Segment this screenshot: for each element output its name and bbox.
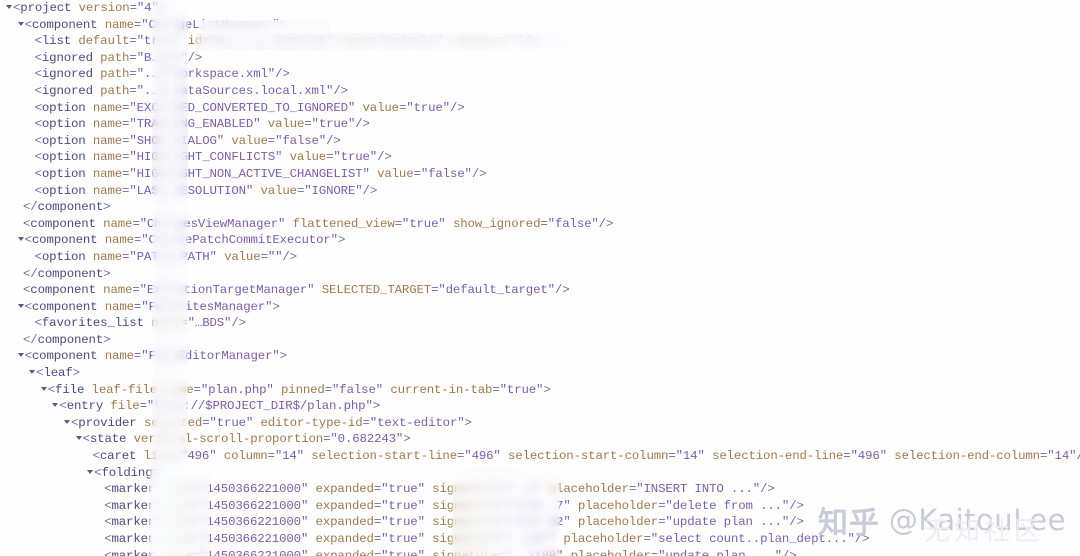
code-line[interactable]: <marker date="1450366221000" expanded="t…: [0, 481, 1080, 498]
collapse-triangle-icon[interactable]: [64, 419, 70, 424]
code-line-text: <ignored path="B…iws"/>: [34, 50, 203, 65]
code-line-text: <option name="HIGHLIGHT_CONFLICTS" value…: [34, 150, 392, 165]
collapse-triangle-icon[interactable]: [52, 403, 59, 408]
code-line[interactable]: <entry file="file://$PROJECT_DIR$/plan.p…: [0, 398, 1080, 415]
collapse-triangle-icon[interactable]: [17, 237, 24, 242]
code-line[interactable]: <ignored path="B…iws"/>: [0, 50, 1080, 67]
xml-code-viewer[interactable]: <project version="4"> <component name="Ch…: [0, 0, 1080, 556]
code-line-text: <entry file="file://$PROJECT_DIR$/plan.p…: [59, 399, 381, 414]
code-line-text: <marker date="1450366221000" expanded="t…: [104, 515, 804, 530]
collapse-triangle-icon[interactable]: [40, 386, 47, 391]
code-line[interactable]: <option name="HIGHLIGHT_NON_ACTIVE_CHANG…: [0, 166, 1080, 183]
code-line[interactable]: <project version="4">: [0, 0, 1080, 17]
code-line[interactable]: <option name="SHOW_DIALOG" value="false"…: [0, 133, 1080, 150]
code-line[interactable]: <option name="EXCLUDED_CONVERTED_TO_IGNO…: [0, 100, 1080, 117]
code-line-text: <folding>: [94, 465, 160, 480]
code-line-list: <project version="4"> <component name="Ch…: [0, 0, 1080, 556]
code-line-text: </component>: [22, 266, 111, 281]
code-line[interactable]: <marker date="1450366221000" expanded="t…: [0, 531, 1080, 548]
code-line-text: <ignored path=".…a/workspace.xml"/>: [34, 67, 290, 82]
collapse-triangle-icon[interactable]: [17, 353, 24, 358]
code-line[interactable]: <folding>: [0, 465, 1080, 482]
code-line[interactable]: <provider selected="true" editor-type-id…: [0, 415, 1080, 432]
code-line[interactable]: <marker date="1450366221000" expanded="t…: [0, 514, 1080, 531]
code-line[interactable]: <component name="ChangesViewManager" fla…: [0, 216, 1080, 233]
code-line-text: <component name="FavoritesManager">: [24, 299, 280, 314]
code-line[interactable]: <ignored path=".…a/workspace.xml"/>: [0, 66, 1080, 83]
code-line[interactable]: </component>: [0, 199, 1080, 216]
code-line[interactable]: <option name="TRACKING_ENABLED" value="t…: [0, 116, 1080, 133]
code-line-text: <option name="EXCLUDED_CONVERTED_TO_IGNO…: [34, 100, 465, 115]
collapse-triangle-icon[interactable]: [87, 469, 94, 474]
code-line[interactable]: <marker date="1450366221000" expanded="t…: [0, 498, 1080, 515]
code-line-text: <marker date="1450366221000" expanded="t…: [104, 498, 804, 513]
code-line[interactable]: </component>: [0, 332, 1080, 349]
code-line-text: <marker date="1450366221000" expanded="t…: [104, 532, 870, 546]
code-line[interactable]: <component name="ExecutionTargetManager"…: [0, 282, 1080, 299]
code-line-text: <option name="LAST_RESOLUTION" value="IG…: [34, 183, 378, 198]
code-line[interactable]: <file leaf-file-name="plan.php" pinned="…: [0, 382, 1080, 399]
code-line-text: <caret line="496" column="14" selection-…: [92, 449, 1080, 464]
collapse-triangle-icon[interactable]: [6, 5, 12, 9]
code-line[interactable]: <caret line="496" column="14" selection-…: [0, 448, 1080, 465]
code-line[interactable]: <state vertical-scroll-proportion="0.682…: [0, 431, 1080, 448]
code-line[interactable]: <component name="CreatePatchCommitExecut…: [0, 232, 1080, 249]
code-line[interactable]: <list default="true" id="a…………………03e0765…: [0, 33, 1080, 50]
code-line-text: <component name="ExecutionTargetManager"…: [22, 283, 570, 298]
code-line[interactable]: <option name="HIGHLIGHT_CONFLICTS" value…: [0, 149, 1080, 166]
code-line-text: <marker date="1450366221000" expanded="t…: [104, 548, 797, 556]
collapse-triangle-icon[interactable]: [17, 303, 24, 308]
code-line-text: </component>: [22, 332, 111, 347]
collapse-triangle-icon[interactable]: [75, 436, 82, 441]
code-line[interactable]: <marker date="1450366221000" expanded="t…: [0, 548, 1080, 556]
code-line-text: <leaf>: [36, 366, 80, 381]
code-line-text: <component name="ChangesViewManager" fla…: [22, 216, 614, 231]
code-line[interactable]: <option name="LAST_RESOLUTION" value="IG…: [0, 183, 1080, 200]
code-line-text: <state vertical-scroll-proportion="0.682…: [82, 432, 411, 447]
collapse-triangle-icon[interactable]: [29, 370, 36, 375]
code-line-text: <option name="TRACKING_ENABLED" value="t…: [34, 117, 370, 132]
code-line-text: <project version="4">: [13, 1, 167, 15]
code-line[interactable]: </component>: [0, 266, 1080, 283]
code-line-text: <favorites_list name="…BDS"/>: [34, 316, 246, 331]
code-line-text: <option name="PATCH_PATH" value=""/>: [34, 249, 298, 264]
code-line-text: <component name="FileEditorManager">: [24, 349, 288, 364]
code-line-text: <component name="ChangeListManager">: [24, 17, 288, 32]
code-line-text: <component name="CreatePatchCommitExecut…: [24, 233, 346, 248]
code-line[interactable]: <option name="PATCH_PATH" value=""/>: [0, 249, 1080, 266]
code-line[interactable]: <favorites_list name="…BDS"/>: [0, 315, 1080, 332]
code-line-text: <ignored path=".…a/dataSources.local.xml…: [34, 83, 348, 98]
code-line-text: <provider selected="true" editor-type-id…: [71, 415, 472, 430]
code-line[interactable]: <leaf>: [0, 365, 1080, 382]
collapse-triangle-icon[interactable]: [17, 21, 24, 26]
code-line-text: <file leaf-file-name="plan.php" pinned="…: [47, 382, 551, 397]
code-line[interactable]: <component name="FileEditorManager">: [0, 348, 1080, 365]
code-line[interactable]: <component name="ChangeListManager">: [0, 17, 1080, 34]
code-line-text: <option name="HIGHLIGHT_NON_ACTIVE_CHANG…: [34, 166, 487, 181]
code-line-text: <marker date="1450366221000" expanded="t…: [104, 482, 775, 497]
code-line[interactable]: <ignored path=".…a/dataSources.local.xml…: [0, 83, 1080, 100]
code-line-text: </component>: [22, 200, 111, 215]
code-line[interactable]: <component name="FavoritesManager">: [0, 299, 1080, 316]
code-line-text: <option name="SHOW_DIALOG" value="false"…: [34, 133, 341, 148]
code-line-text: <list default="true" id="a…………………03e0765…: [34, 34, 538, 49]
